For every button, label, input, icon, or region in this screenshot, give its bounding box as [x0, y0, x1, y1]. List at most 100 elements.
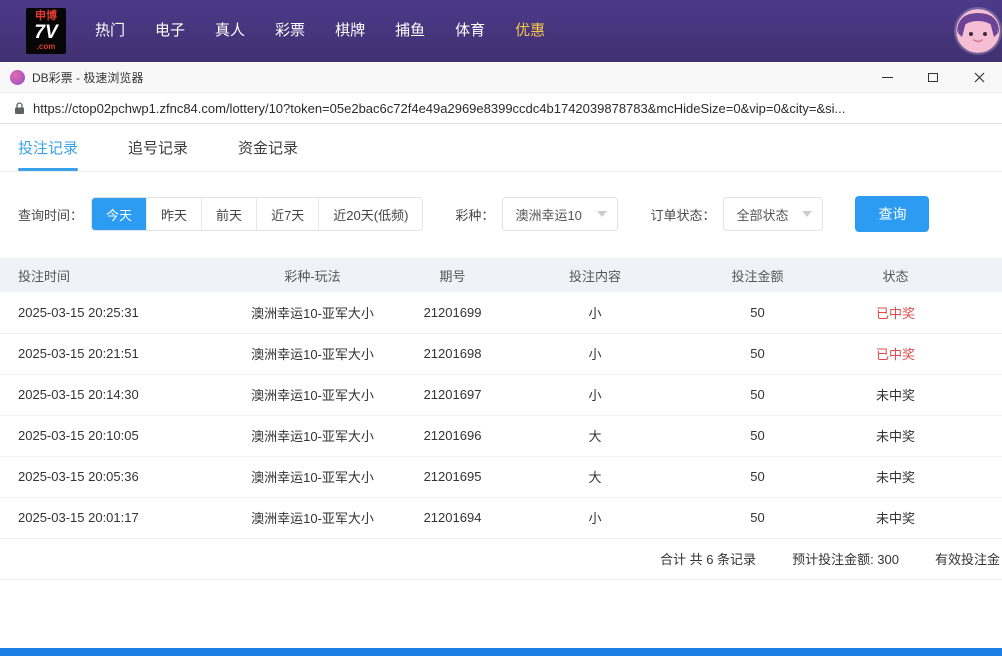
cell-time: 2025-03-15 20:14:30 — [0, 374, 230, 415]
table-body: 2025-03-15 20:25:31澳洲幸运10-亚军大小21201699小5… — [0, 292, 1002, 538]
column-header-amount: 投注金额 — [680, 258, 835, 292]
cell-status: 未中奖 — [835, 415, 1002, 456]
nav-item-lottery[interactable]: 彩票 — [260, 0, 320, 62]
taskbar-strip — [0, 648, 1002, 656]
cell-game: 澳洲幸运10-亚军大小 — [230, 374, 395, 415]
time-filter-last-7-days[interactable]: 近7天 — [256, 198, 318, 230]
window-title: DB彩票 - 极速浏览器 — [32, 69, 143, 86]
cell-status: 未中奖 — [835, 374, 1002, 415]
cell-issue: 21201698 — [395, 333, 510, 374]
footer-expected-amount: 预计投注金额: 300 — [792, 549, 899, 568]
cell-issue: 21201697 — [395, 374, 510, 415]
avatar-image — [956, 9, 1000, 53]
cell-amount: 50 — [680, 374, 835, 415]
cell-amount: 50 — [680, 333, 835, 374]
cell-content: 小 — [510, 333, 680, 374]
footer-valid-amount: 有效投注金 — [935, 549, 1000, 568]
secure-lock-icon — [14, 102, 25, 115]
column-header-game: 彩种-玩法 — [230, 258, 395, 292]
nav-item-hot[interactable]: 热门 — [80, 0, 140, 62]
window-controls — [864, 62, 1002, 92]
cell-amount: 50 — [680, 292, 835, 333]
minimize-button[interactable] — [864, 62, 910, 92]
table-row: 2025-03-15 20:05:36澳洲幸运10-亚军大小21201695大5… — [0, 456, 1002, 497]
nav-item-chess[interactable]: 棋牌 — [320, 0, 380, 62]
minimize-icon — [882, 77, 893, 78]
cell-time: 2025-03-15 20:21:51 — [0, 333, 230, 374]
maximize-button[interactable] — [910, 62, 956, 92]
time-filter-day-before[interactable]: 前天 — [201, 198, 256, 230]
cell-issue: 21201695 — [395, 456, 510, 497]
address-bar[interactable]: https://ctop02pchwp1.zfnc84.com/lottery/… — [0, 93, 1002, 124]
top-banner: 申博 7V .com 热门电子真人彩票棋牌捕鱼体育优惠 — [0, 0, 1002, 62]
cell-content: 大 — [510, 456, 680, 497]
cell-time: 2025-03-15 20:10:05 — [0, 415, 230, 456]
maximize-icon — [928, 73, 938, 82]
cell-content: 大 — [510, 415, 680, 456]
time-filter-today[interactable]: 今天 — [92, 198, 146, 230]
cell-status: 已中奖 — [835, 292, 1002, 333]
time-filter-last-20-days[interactable]: 近20天(低频) — [318, 198, 422, 230]
logo-text-mid: 7V — [34, 23, 57, 43]
cell-issue: 21201696 — [395, 415, 510, 456]
table-row: 2025-03-15 20:10:05澳洲幸运10-亚军大小21201696大5… — [0, 415, 1002, 456]
query-button[interactable]: 查询 — [855, 196, 929, 232]
nav-item-fishing[interactable]: 捕鱼 — [380, 0, 440, 62]
filter-bar: 查询时间： 今天昨天前天近7天近20天(低频) 彩种： 澳洲幸运10 订单状态：… — [0, 196, 1002, 232]
footer-total-records: 合计 共 6 条记录 — [660, 549, 756, 568]
tab-bar: 投注记录 追号记录 资金记录 — [0, 124, 1002, 172]
site-logo[interactable]: 申博 7V .com — [26, 8, 66, 54]
column-header-time: 投注时间 — [0, 258, 230, 292]
page-url: https://ctop02pchwp1.zfnc84.com/lottery/… — [33, 101, 845, 116]
cell-time: 2025-03-15 20:01:17 — [0, 497, 230, 538]
time-filter-group: 今天昨天前天近7天近20天(低频) — [91, 197, 423, 231]
cell-issue: 21201694 — [395, 497, 510, 538]
cell-issue: 21201699 — [395, 292, 510, 333]
chevron-down-icon — [802, 211, 812, 217]
table-row: 2025-03-15 20:25:31澳洲幸运10-亚军大小21201699小5… — [0, 292, 1002, 333]
status-select-value: 全部状态 — [736, 205, 788, 224]
tab-fund-records[interactable]: 资金记录 — [238, 124, 298, 171]
nav-item-electronic[interactable]: 电子 — [140, 0, 200, 62]
tab-bet-records[interactable]: 投注记录 — [18, 124, 78, 171]
cell-status: 未中奖 — [835, 456, 1002, 497]
status-filter-label: 订单状态： — [650, 205, 715, 224]
status-select[interactable]: 全部状态 — [723, 197, 823, 231]
column-header-content: 投注内容 — [510, 258, 680, 292]
cell-content: 小 — [510, 374, 680, 415]
cell-time: 2025-03-15 20:25:31 — [0, 292, 230, 333]
cell-game: 澳洲幸运10-亚军大小 — [230, 333, 395, 374]
lottery-filter-label: 彩种： — [455, 205, 494, 224]
column-header-status: 状态 — [835, 258, 1002, 292]
table-row: 2025-03-15 20:14:30澳洲幸运10-亚军大小21201697小5… — [0, 374, 1002, 415]
user-avatar[interactable] — [956, 9, 1000, 53]
column-header-issue: 期号 — [395, 258, 510, 292]
browser-titlebar: DB彩票 - 极速浏览器 — [0, 62, 1002, 93]
close-icon — [974, 72, 985, 83]
table-header-row: 投注时间彩种-玩法期号投注内容投注金额状态 — [0, 258, 1002, 292]
logo-text-top: 申博 — [35, 11, 57, 23]
nav-item-live[interactable]: 真人 — [200, 0, 260, 62]
nav-item-promo[interactable]: 优惠 — [500, 0, 560, 62]
cell-game: 澳洲幸运10-亚军大小 — [230, 497, 395, 538]
table-footer: 合计 共 6 条记录 预计投注金额: 300 有效投注金 — [0, 539, 1002, 580]
cell-status: 已中奖 — [835, 333, 1002, 374]
time-filter-yesterday[interactable]: 昨天 — [146, 198, 201, 230]
cell-time: 2025-03-15 20:05:36 — [0, 456, 230, 497]
time-filter-label: 查询时间： — [18, 205, 83, 224]
cell-amount: 50 — [680, 456, 835, 497]
lottery-select[interactable]: 澳洲幸运10 — [502, 197, 618, 231]
cell-amount: 50 — [680, 415, 835, 456]
logo-text-bottom: .com — [37, 43, 56, 51]
cell-content: 小 — [510, 497, 680, 538]
cell-amount: 50 — [680, 497, 835, 538]
cell-game: 澳洲幸运10-亚军大小 — [230, 456, 395, 497]
bet-records-table: 投注时间彩种-玩法期号投注内容投注金额状态 2025-03-15 20:25:3… — [0, 258, 1002, 539]
close-button[interactable] — [956, 62, 1002, 92]
nav-item-sports[interactable]: 体育 — [440, 0, 500, 62]
tab-chase-records[interactable]: 追号记录 — [128, 124, 188, 171]
cell-game: 澳洲幸运10-亚军大小 — [230, 292, 395, 333]
lottery-select-value: 澳洲幸运10 — [515, 205, 581, 224]
table-row: 2025-03-15 20:01:17澳洲幸运10-亚军大小21201694小5… — [0, 497, 1002, 538]
table-row: 2025-03-15 20:21:51澳洲幸运10-亚军大小21201698小5… — [0, 333, 1002, 374]
